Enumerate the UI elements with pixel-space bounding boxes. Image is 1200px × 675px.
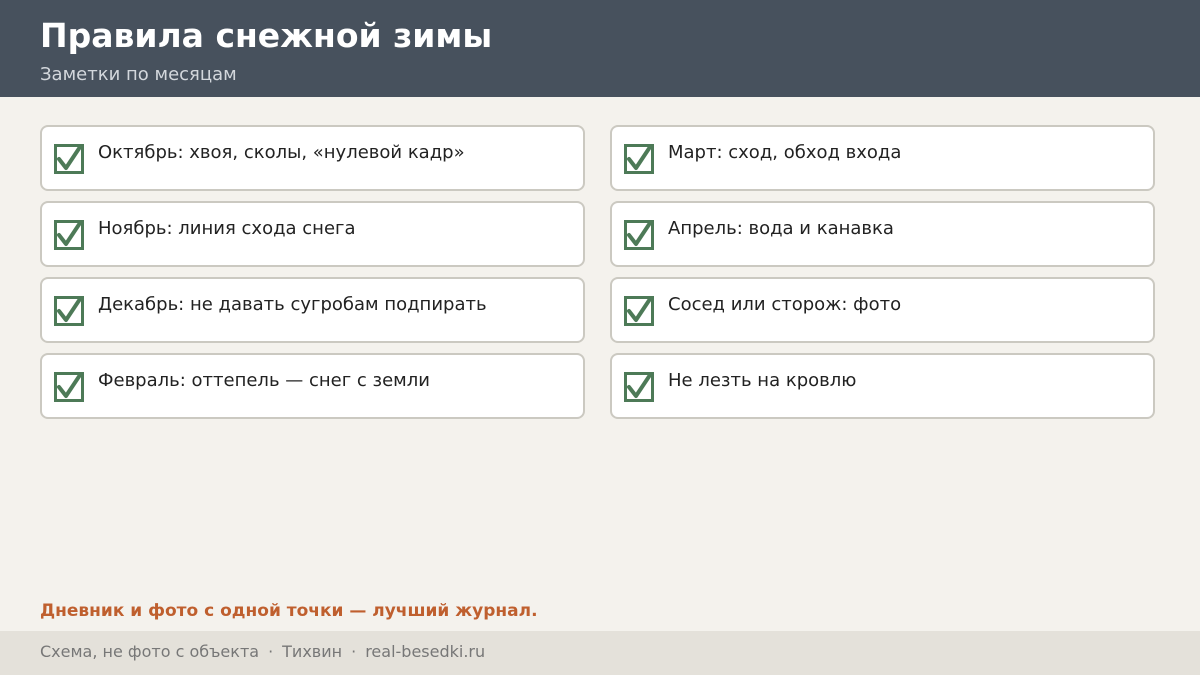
- checklist-item-label: Апрель: вода и канавка: [668, 218, 894, 239]
- footer-separator: ·: [268, 642, 274, 661]
- checklist-item-label: Февраль: оттепель — снег с земли: [98, 370, 430, 391]
- checklist-item: Не лезть на кровлю: [610, 353, 1155, 419]
- checklist-item-label: Октябрь: хвоя, сколы, «нулевой кадр»: [98, 142, 465, 163]
- checklist-item-label: Март: сход, обход входа: [668, 142, 902, 163]
- page-title: Правила снежной зимы: [40, 16, 493, 55]
- footer-line: Схема, не фото с объекта · Тихвин · real-bes…: [40, 640, 485, 664]
- checklist-item: Ноябрь: линия схода снега: [40, 201, 585, 267]
- checkbox-checked-icon: [54, 296, 84, 326]
- checklist-item-label: Декабрь: не давать сугробам подпирать: [98, 294, 487, 315]
- checkbox-checked-icon: [624, 144, 654, 174]
- footer-site-link[interactable]: real-besedki.ru: [365, 642, 485, 661]
- page-subtitle: Заметки по месяцам: [40, 64, 237, 85]
- checklist-item: Март: сход, обход входа: [610, 125, 1155, 191]
- checkbox-checked-icon: [54, 372, 84, 402]
- checkbox-checked-icon: [624, 372, 654, 402]
- footer-separator: ·: [351, 642, 357, 661]
- checkbox-checked-icon: [54, 144, 84, 174]
- page: Правила снежной зимы Заметки по месяцам …: [0, 0, 1200, 675]
- header: Правила снежной зимы Заметки по месяцам: [0, 0, 1200, 97]
- checklist-item: Сосед или сторож: фото: [610, 277, 1155, 343]
- footer-note: Схема, не фото с объекта: [40, 642, 260, 661]
- checklist-item-label: Сосед или сторож: фото: [668, 294, 902, 315]
- checkbox-checked-icon: [624, 220, 654, 250]
- checklist-item-label: Ноябрь: линия схода снега: [98, 218, 356, 239]
- checklist-item: Декабрь: не давать сугробам подпирать: [40, 277, 585, 343]
- checkbox-checked-icon: [54, 220, 84, 250]
- checkbox-checked-icon: [624, 296, 654, 326]
- footer: Схема, не фото с объекта · Тихвин · real-bes…: [0, 631, 1200, 675]
- tip-text: Дневник и фото с одной точки — лучший жу…: [40, 601, 538, 621]
- footer-city: Тихвин: [282, 642, 343, 661]
- checklist-item: Октябрь: хвоя, сколы, «нулевой кадр»: [40, 125, 585, 191]
- checklist-item: Апрель: вода и канавка: [610, 201, 1155, 267]
- checklist-item: Февраль: оттепель — снег с земли: [40, 353, 585, 419]
- checklist-item-label: Не лезть на кровлю: [668, 370, 857, 391]
